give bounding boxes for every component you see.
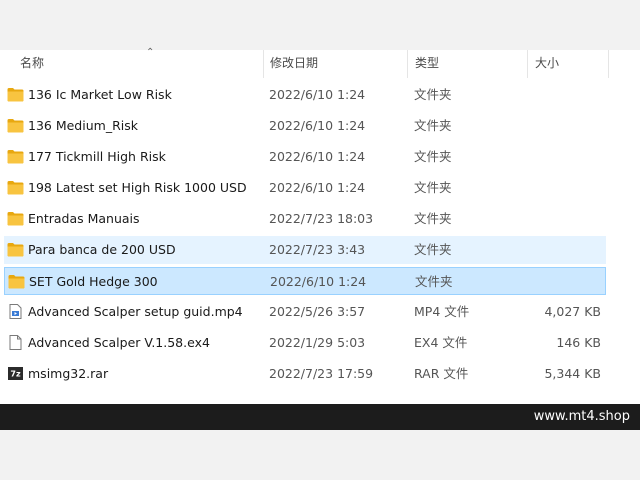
file-name: Para banca de 200 USD (28, 242, 176, 257)
file-icon (7, 335, 24, 350)
column-header-date[interactable]: 修改日期 (263, 50, 408, 78)
file-name: 177 Tickmill High Risk (28, 149, 166, 164)
file-date: 2022/7/23 18:03 (269, 211, 374, 226)
file-date: 2022/5/26 3:57 (269, 304, 366, 319)
svg-text:7z: 7z (10, 370, 21, 379)
file-type: 文件夹 (415, 274, 453, 289)
column-header: 名称 ⌃ 修改日期 类型 大小 (0, 47, 640, 78)
file-type: EX4 文件 (414, 335, 468, 350)
folder-icon (7, 118, 24, 133)
file-size: 146 KB (556, 335, 601, 350)
watermark-text: www.mt4.shop (533, 409, 630, 424)
file-name: 198 Latest set High Risk 1000 USD (28, 180, 247, 195)
file-name: Entradas Manuais (28, 211, 140, 226)
file-date: 2022/7/23 17:59 (269, 366, 374, 381)
file-type: 文件夹 (414, 242, 452, 257)
column-header-type[interactable]: 类型 (408, 50, 528, 78)
file-type: 文件夹 (414, 118, 452, 133)
file-row[interactable]: Advanced Scalper setup guid.mp4 2022/5/26… (4, 298, 606, 326)
column-type-label: 类型 (415, 56, 440, 70)
file-name: msimg32.rar (28, 366, 109, 381)
file-row[interactable]: 136 Ic Market Low Risk 2022/6/10 1:24 文件夹 (4, 81, 606, 109)
folder-icon (7, 242, 24, 257)
file-type: RAR 文件 (414, 366, 469, 381)
file-row[interactable]: 198 Latest set High Risk 1000 USD 2022/6/… (4, 174, 606, 202)
column-header-name[interactable]: 名称 ⌃ (13, 47, 264, 78)
file-date: 2022/6/10 1:24 (269, 87, 366, 102)
file-size: 5,344 KB (544, 366, 601, 381)
file-type: 文件夹 (414, 87, 452, 102)
file-type: 文件夹 (414, 211, 452, 226)
folder-icon (7, 180, 24, 195)
file-row[interactable]: Para banca de 200 USD 2022/7/23 3:43 文件夹 (4, 236, 606, 264)
file-row[interactable]: Advanced Scalper V.1.58.ex4 2022/1/29 5:0… (4, 329, 606, 357)
file-date: 2022/6/10 1:24 (269, 180, 366, 195)
file-row[interactable]: 177 Tickmill High Risk 2022/6/10 1:24 文件夹 (4, 143, 606, 171)
file-size: 4,027 KB (544, 304, 601, 319)
archive-icon: 7z (7, 366, 24, 381)
file-row[interactable]: 136 Medium_Risk 2022/6/10 1:24 文件夹 (4, 112, 606, 140)
file-row[interactable]: 7z msimg32.rar 2022/7/23 17:59 RAR 文件 5,344 … (4, 360, 606, 388)
file-name: Advanced Scalper V.1.58.ex4 (28, 335, 210, 350)
file-name: 136 Ic Market Low Risk (28, 87, 172, 102)
file-name: Advanced Scalper setup guid.mp4 (28, 304, 243, 319)
file-row[interactable]: Entradas Manuais 2022/7/23 18:03 文件夹 (4, 205, 606, 233)
file-date: 2022/7/23 3:43 (269, 242, 366, 257)
file-date: 2022/6/10 1:24 (269, 149, 366, 164)
folder-icon (7, 211, 24, 226)
file-date: 2022/6/10 1:24 (269, 118, 366, 133)
file-type: 文件夹 (414, 149, 452, 164)
column-header-size[interactable]: 大小 (528, 50, 609, 78)
file-date: 2022/6/10 1:24 (270, 274, 367, 289)
sort-ascending-icon: ⌃ (146, 47, 155, 58)
column-date-label: 修改日期 (270, 56, 319, 70)
file-type: 文件夹 (414, 180, 452, 195)
column-name-label: 名称 (20, 56, 45, 70)
file-date: 2022/1/29 5:03 (269, 335, 366, 350)
file-type: MP4 文件 (414, 304, 470, 319)
watermark-bar: www.mt4.shop (0, 404, 640, 430)
folder-icon (8, 274, 25, 289)
folder-icon (7, 87, 24, 102)
folder-icon (7, 149, 24, 164)
file-explorer: 名称 ⌃ 修改日期 类型 大小 136 Ic Market Low Risk 20… (0, 47, 640, 404)
column-size-label: 大小 (535, 56, 560, 70)
video-file-icon (7, 304, 24, 319)
file-name: 136 Medium_Risk (28, 118, 138, 133)
file-name: SET Gold Hedge 300 (29, 274, 158, 289)
file-row[interactable]: SET Gold Hedge 300 2022/6/10 1:24 文件夹 (4, 267, 606, 295)
